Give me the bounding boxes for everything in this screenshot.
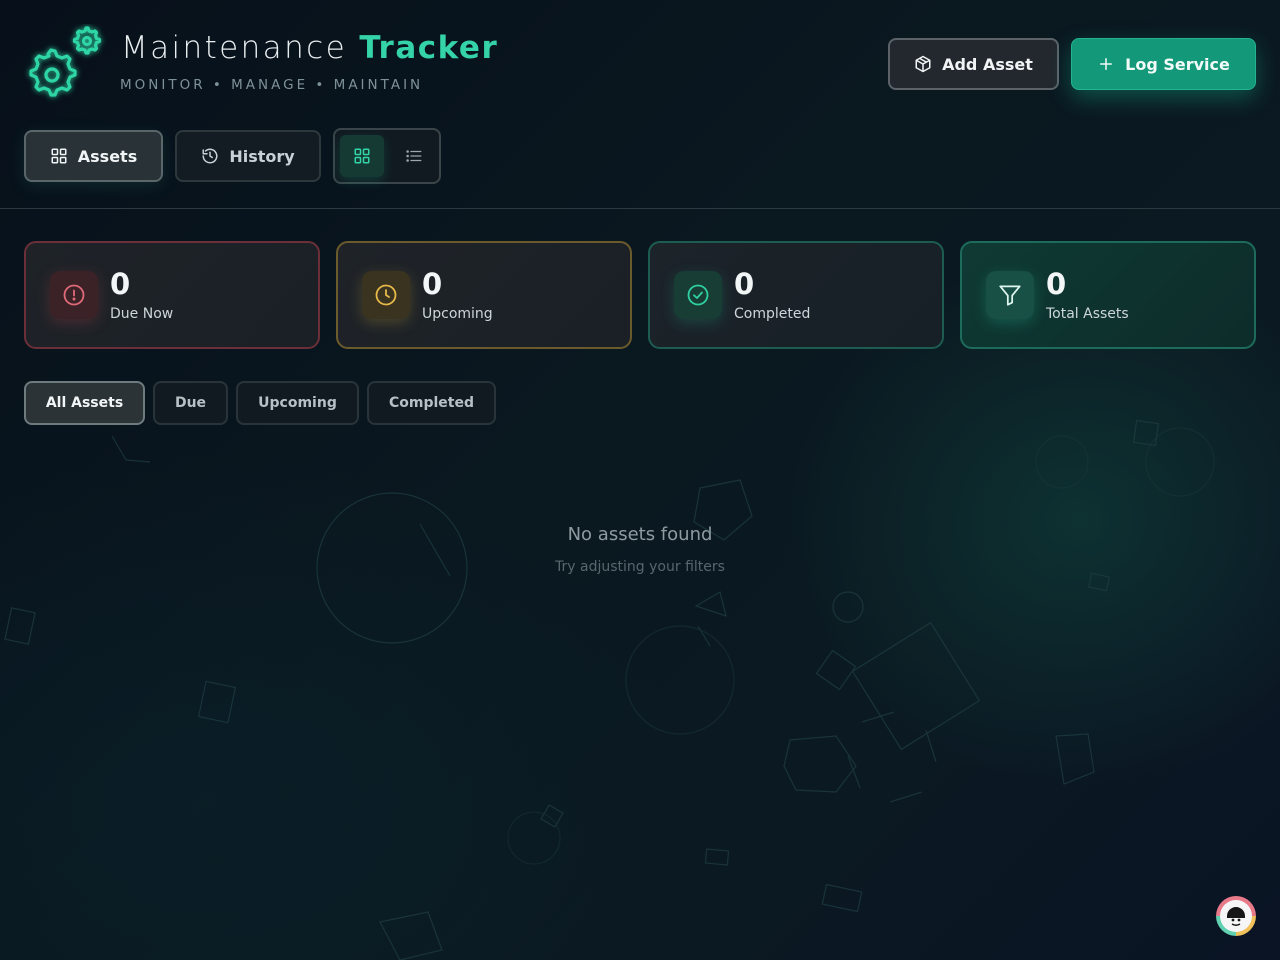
empty-state-subtitle: Try adjusting your filters <box>555 559 725 575</box>
stat-label: Completed <box>734 306 811 322</box>
stat-card-upcoming[interactable]: 0 Upcoming <box>336 241 632 349</box>
stat-card-due-now[interactable]: 0 Due Now <box>24 241 320 349</box>
app-subtitle: MONITOR • MANAGE • MAINTAIN <box>120 77 424 93</box>
check-circle-icon <box>674 271 722 319</box>
stat-value: 0 <box>422 267 443 301</box>
add-asset-label: Add Asset <box>942 54 1033 74</box>
view-toggle <box>333 128 441 184</box>
stat-label: Upcoming <box>422 306 493 322</box>
app-title-accent: Tracker <box>359 30 499 66</box>
stat-label: Due Now <box>110 306 174 322</box>
avatar-face-icon <box>1220 900 1252 932</box>
empty-state-title: No assets found <box>567 524 713 545</box>
stat-value: 0 <box>110 267 131 301</box>
tab-assets[interactable]: Assets <box>24 130 163 182</box>
tab-history-label: History <box>229 146 295 166</box>
filter-due[interactable]: Due <box>153 381 228 425</box>
plus-icon <box>1100 58 1113 70</box>
filter-all-assets[interactable]: All Assets <box>24 381 145 425</box>
header-divider <box>0 208 1280 209</box>
clock-icon <box>362 271 410 319</box>
alert-circle-icon <box>50 271 98 319</box>
filter-upcoming[interactable]: Upcoming <box>236 381 359 425</box>
stat-value: 0 <box>1046 267 1067 301</box>
stat-label: Total Assets <box>1046 306 1129 322</box>
tab-assets-label: Assets <box>77 146 138 166</box>
gear-logo-icon <box>24 24 108 104</box>
list-view-button[interactable] <box>392 135 436 177</box>
filter-completed[interactable]: Completed <box>367 381 496 425</box>
grid-view-button[interactable] <box>340 135 384 177</box>
grid-icon <box>51 148 67 164</box>
log-service-label: Log Service <box>1125 54 1230 74</box>
app-title: Maintenance Tracker <box>121 30 498 66</box>
stat-card-total-assets[interactable]: 0 Total Assets <box>960 241 1256 349</box>
user-avatar[interactable] <box>1216 896 1256 936</box>
app-title-main: Maintenance <box>121 30 348 66</box>
add-asset-button[interactable]: Add Asset <box>888 38 1059 90</box>
tab-history[interactable]: History <box>175 130 321 182</box>
cube-icon <box>915 55 931 73</box>
stat-card-completed[interactable]: 0 Completed <box>648 241 944 349</box>
stat-value: 0 <box>734 267 755 301</box>
grid-view-icon <box>354 148 370 164</box>
filter-icon <box>986 271 1034 319</box>
history-icon <box>202 148 218 164</box>
log-service-button[interactable]: Log Service <box>1071 38 1256 90</box>
list-view-icon <box>406 150 422 162</box>
